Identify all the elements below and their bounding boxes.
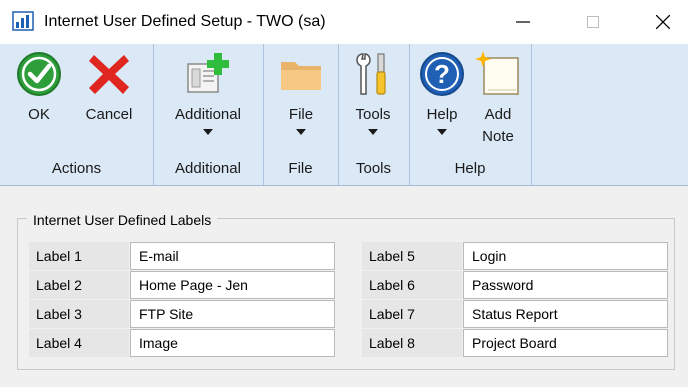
label-5-field[interactable]: Login	[463, 242, 668, 270]
label-4-field[interactable]: Image	[130, 329, 335, 357]
help-button[interactable]: ? Help	[417, 50, 467, 135]
label-row: Label 4 Image	[29, 329, 335, 357]
chevron-down-icon	[368, 129, 378, 135]
file-caption: File	[288, 160, 313, 177]
cancel-label: Cancel	[85, 106, 133, 123]
label-3-field[interactable]: FTP Site	[130, 300, 335, 328]
tools-label: Tools	[355, 106, 391, 123]
close-icon	[656, 15, 670, 29]
app-chart-icon	[12, 11, 34, 31]
chevron-down-icon	[437, 129, 447, 135]
svg-text:?: ?	[434, 59, 450, 89]
maximize-icon	[587, 16, 599, 28]
chevron-down-icon	[203, 129, 213, 135]
additional-caption: Additional	[175, 160, 241, 177]
help-group: ? Help Add Note Help	[409, 44, 532, 185]
note-icon	[475, 51, 519, 95]
cancel-icon	[89, 55, 129, 94]
help-label: Help	[426, 106, 458, 123]
label-row: Label 6 Password	[362, 271, 668, 299]
folder-icon	[281, 62, 321, 90]
label-caption: Label 4	[29, 329, 129, 357]
add-note-button[interactable]: Add Note	[473, 50, 523, 148]
minimize-icon	[516, 21, 530, 23]
close-button[interactable]	[640, 0, 686, 44]
window: Internet User Defined Setup - TWO (sa) O…	[0, 0, 688, 387]
label-2-field[interactable]: Home Page - Jen	[130, 271, 335, 299]
tools-caption: Tools	[355, 160, 392, 177]
label-caption: Label 6	[362, 271, 462, 299]
label-caption: Label 5	[362, 242, 462, 270]
file-label: File	[288, 106, 314, 123]
label-6-field[interactable]: Password	[463, 271, 668, 299]
maximize-button[interactable]	[570, 0, 616, 44]
label-row: Label 8 Project Board	[362, 329, 668, 357]
content-area: Internet User Defined Labels Label 1 E-m…	[0, 186, 688, 387]
label-caption: Label 3	[29, 300, 129, 328]
cancel-button[interactable]: Cancel	[78, 50, 140, 126]
groupbox-title: Internet User Defined Labels	[27, 212, 218, 228]
ribbon-toolbar: OK Cancel Actions Additional Additional …	[0, 44, 688, 186]
label-row: Label 3 FTP Site	[29, 300, 335, 328]
label-row: Label 1 E-mail	[29, 242, 335, 270]
actions-caption: Actions	[51, 160, 102, 177]
ok-icon	[17, 52, 61, 96]
additional-button[interactable]: Additional	[161, 50, 255, 135]
chevron-down-icon	[296, 129, 306, 135]
label-caption: Label 8	[362, 329, 462, 357]
label-row: Label 5 Login	[362, 242, 668, 270]
file-button[interactable]: File	[276, 50, 326, 135]
tools-group: Tools Tools	[338, 44, 410, 185]
title-bar: Internet User Defined Setup - TWO (sa)	[0, 0, 688, 44]
label-row: Label 2 Home Page - Jen	[29, 271, 335, 299]
label-1-field[interactable]: E-mail	[130, 242, 335, 270]
minimize-button[interactable]	[500, 0, 546, 44]
additional-label: Additional	[175, 106, 241, 123]
label-7-field[interactable]: Status Report	[463, 300, 668, 328]
label-caption: Label 2	[29, 271, 129, 299]
label-caption: Label 1	[29, 242, 129, 270]
help-caption: Help	[454, 160, 486, 177]
additional-icon	[187, 53, 229, 93]
add-note-label: Add Note	[482, 106, 514, 145]
help-icon: ?	[420, 52, 464, 96]
additional-group: Additional Additional	[153, 44, 264, 185]
label-row: Label 7 Status Report	[362, 300, 668, 328]
file-group: File File	[263, 44, 339, 185]
ok-label: OK	[28, 106, 50, 123]
ok-button[interactable]: OK	[14, 50, 64, 126]
tools-button[interactable]: Tools	[348, 50, 398, 135]
label-caption: Label 7	[362, 300, 462, 328]
label-8-field[interactable]: Project Board	[463, 329, 668, 357]
tools-icon	[356, 53, 386, 95]
window-title: Internet User Defined Setup - TWO (sa)	[44, 13, 326, 30]
actions-group: OK Cancel Actions	[0, 44, 154, 185]
